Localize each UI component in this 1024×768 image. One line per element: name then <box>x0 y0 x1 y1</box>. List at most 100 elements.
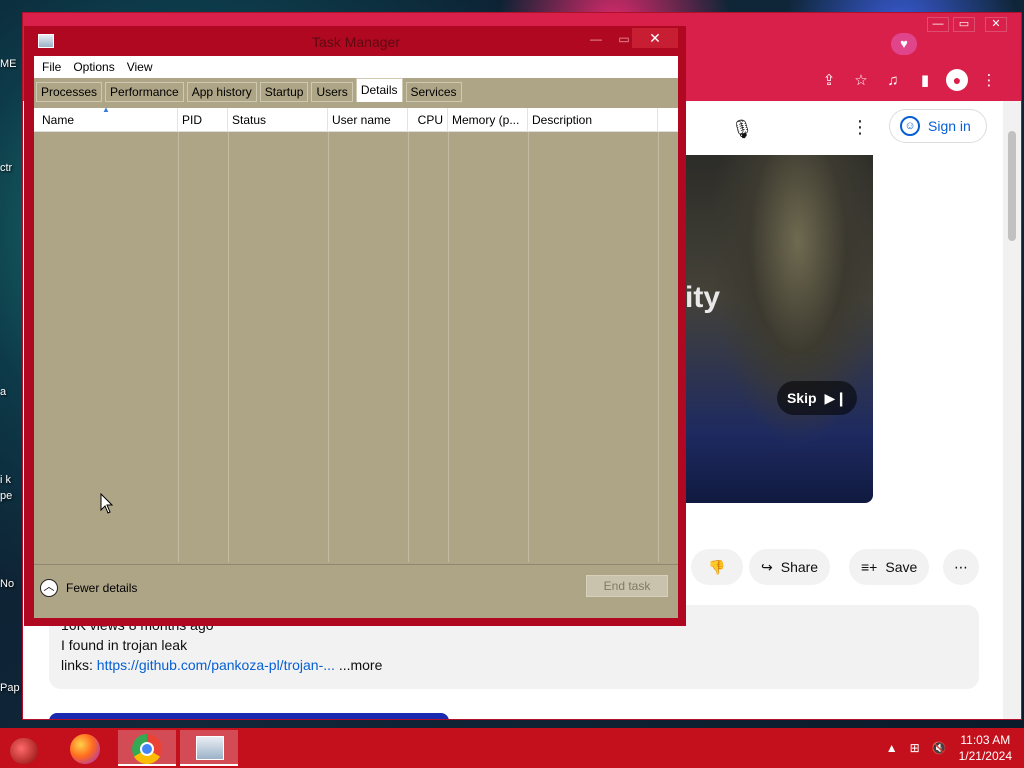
tab-users[interactable]: Users <box>311 82 353 102</box>
more-horizontal-icon: ⋯ <box>954 558 968 575</box>
dislike-button[interactable]: 👎 <box>691 549 743 585</box>
sign-in-button[interactable]: ☺ Sign in <box>889 109 987 143</box>
end-task-button[interactable]: End task <box>586 575 668 597</box>
column-divider <box>658 132 659 562</box>
details-column-header: ▲ Name PID Status User name CPU Memory (… <box>34 105 678 132</box>
user-circle-icon: ☺ <box>900 116 920 136</box>
desktop-icon-label[interactable]: pe <box>0 490 12 502</box>
chrome-toolbar: ⇪ ☆ ♫ ▮ ● ⋮ <box>818 67 1000 93</box>
video-overlay-text: ity <box>685 281 721 314</box>
start-icon <box>10 738 38 764</box>
clock-time: 11:03 AM <box>960 733 1011 747</box>
column-divider <box>178 132 179 562</box>
column-description[interactable]: Description <box>528 108 658 132</box>
tab-details[interactable]: Details <box>355 78 403 102</box>
tab-performance[interactable]: Performance <box>105 82 184 102</box>
skip-label: Skip <box>786 390 817 406</box>
taskbar-task-manager[interactable] <box>180 730 238 766</box>
clock[interactable]: 11:03 AM 1/21/2024 <box>959 732 1012 764</box>
column-user-name[interactable]: User name <box>328 108 408 132</box>
menu-options[interactable]: Options <box>67 60 120 74</box>
share-button[interactable]: ↪ Share <box>749 549 831 585</box>
side-panel-icon[interactable]: ▮ <box>914 71 936 89</box>
save-button[interactable]: ≡+ Save <box>849 549 930 585</box>
volume-muted-icon[interactable]: 🔇 <box>932 741 947 755</box>
github-link[interactable]: https://github.com/pankoza-pl/trojan-... <box>97 657 335 673</box>
desktop-icon-label[interactable]: ME <box>0 58 17 70</box>
chrome-icon <box>132 734 162 764</box>
skip-next-icon: ▶❙ <box>824 389 848 406</box>
column-divider <box>448 132 449 562</box>
menu-view[interactable]: View <box>121 60 159 74</box>
clock-date: 1/21/2024 <box>958 749 1012 763</box>
more-options-icon[interactable]: ⋮ <box>851 117 869 138</box>
task-manager-icon <box>196 736 224 760</box>
task-manager-titlebar[interactable]: Task Manager — ▭ ✕ <box>34 26 678 56</box>
fewer-details-label: Fewer details <box>66 581 138 595</box>
playlist-add-icon: ≡+ <box>861 559 878 575</box>
start-button[interactable] <box>0 730 58 766</box>
column-cpu[interactable]: CPU <box>408 108 448 132</box>
system-tray: ▲ ⊞ 🔇 11:03 AM 1/21/2024 <box>886 728 1012 768</box>
column-divider <box>528 132 529 562</box>
description-links: links: https://github.com/pankoza-pl/tro… <box>61 655 967 675</box>
heart-icon[interactable]: ♥ <box>891 33 917 55</box>
minimize-icon[interactable]: — <box>586 30 606 50</box>
tab-services[interactable]: Services <box>405 82 462 102</box>
desktop-icon-label[interactable]: No <box>0 578 14 590</box>
fewer-details-button[interactable]: ︿ Fewer details <box>40 579 137 597</box>
close-icon[interactable]: ✕ <box>632 28 678 48</box>
tab-startup[interactable]: Startup <box>259 82 309 102</box>
microphone-icon[interactable]: 🎙 <box>729 119 755 145</box>
chevron-up-icon: ︿ <box>40 579 58 597</box>
column-pid[interactable]: PID <box>178 108 228 132</box>
sign-in-label: Sign in <box>928 118 971 134</box>
column-name[interactable]: Name <box>38 108 178 132</box>
media-controls-icon[interactable]: ♫ <box>882 72 904 89</box>
share-icon[interactable]: ⇪ <box>818 71 840 89</box>
chrome-minimize-button[interactable]: — <box>927 17 949 32</box>
description-line: I found in trojan leak <box>61 637 188 653</box>
column-divider <box>328 132 329 562</box>
task-manager-window: Task Manager — ▭ ✕ File Options View Pro… <box>24 26 686 626</box>
tab-strip: Processes Performance App history Startu… <box>36 78 462 102</box>
video-player[interactable]: ity Skip ▶❙ <box>685 155 873 503</box>
taskbar-firefox[interactable] <box>56 730 114 766</box>
thumbs-down-icon: 👎 <box>708 558 726 575</box>
blue-banner <box>49 713 449 719</box>
firefox-icon <box>70 734 100 764</box>
save-label: Save <box>885 559 918 575</box>
chrome-maximize-button[interactable]: ▭ <box>953 17 975 32</box>
desktop-icon-label[interactable]: Pap <box>0 682 20 694</box>
tab-app-history[interactable]: App history <box>186 82 257 102</box>
scroll-thumb[interactable] <box>1008 131 1016 241</box>
links-prefix: links: <box>61 657 97 673</box>
avatar-icon[interactable]: ● <box>946 69 968 91</box>
desktop-icon-label[interactable]: ctr <box>0 162 12 174</box>
show-hidden-icons-icon[interactable]: ▲ <box>886 741 898 755</box>
column-divider <box>228 132 229 562</box>
more-link[interactable]: ...more <box>339 657 383 673</box>
maximize-icon[interactable]: ▭ <box>614 30 634 50</box>
window-title: Task Manager <box>312 34 400 50</box>
desktop-icon-label[interactable]: a <box>0 386 6 398</box>
task-manager-footer: ︿ Fewer details End task <box>34 564 678 618</box>
column-status[interactable]: Status <box>228 108 328 132</box>
tab-processes[interactable]: Processes <box>36 82 103 102</box>
column-divider <box>408 132 409 562</box>
taskbar-chrome[interactable] <box>118 730 176 766</box>
column-memory[interactable]: Memory (p... <box>448 108 528 132</box>
share-label: Share <box>780 559 819 575</box>
details-process-list[interactable] <box>34 132 678 562</box>
page-scrollbar[interactable] <box>1003 101 1021 719</box>
share-arrow-icon: ↪ <box>761 558 773 575</box>
more-actions-button[interactable]: ⋯ <box>943 549 979 585</box>
network-icon[interactable]: ⊞ <box>910 741 920 755</box>
skip-ad-button[interactable]: Skip ▶❙ <box>777 381 857 415</box>
desktop-icon-label[interactable]: i k <box>0 474 11 486</box>
chrome-close-button[interactable]: ✕ <box>985 17 1007 32</box>
menu-file[interactable]: File <box>36 60 67 74</box>
bookmark-star-icon[interactable]: ☆ <box>850 71 872 89</box>
task-manager-body: Processes Performance App history Startu… <box>34 78 678 618</box>
menu-kebab-icon[interactable]: ⋮ <box>978 71 1000 89</box>
